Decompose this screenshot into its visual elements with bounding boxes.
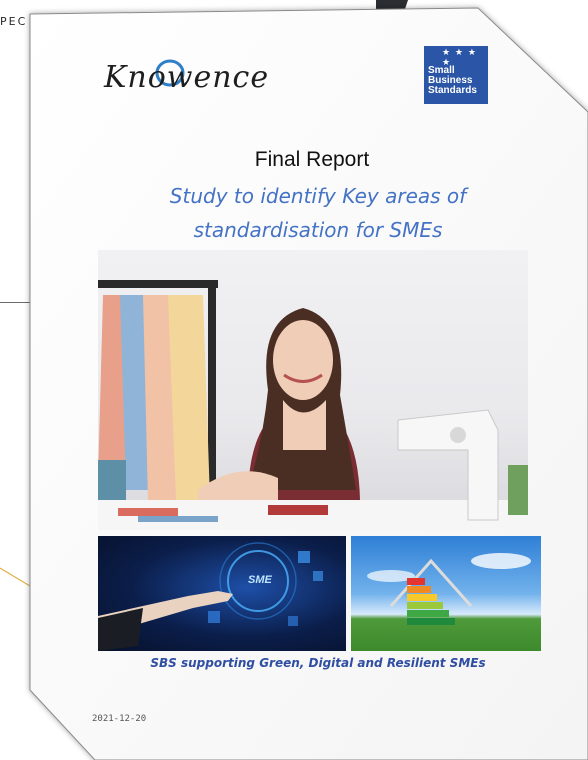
sme-hologram-label: SME <box>248 574 272 586</box>
digital-sme-illustration <box>98 542 323 651</box>
report-subtitle-line1: Study to identify Key areas of <box>169 184 467 208</box>
sbs-logo-line3: Standards <box>428 85 477 96</box>
report-date: 2021-12-20 <box>92 714 147 724</box>
main-cover-illustration <box>98 280 528 530</box>
digital-sme-photo: SME <box>98 536 346 651</box>
green-energy-illustration <box>367 553 531 625</box>
report-subtitle-line2: standardisation for SMEs <box>193 218 443 242</box>
viewer-stage: PEC Knowence ★ ★ ★ ★ Small Business Stan… <box>0 0 588 760</box>
green-energy-photo <box>351 536 541 651</box>
sbs-logo-text: Small Business Standards <box>428 66 477 96</box>
knowence-logo: Knowence <box>100 50 280 100</box>
cover-caption: SBS supporting Green, Digital and Resili… <box>150 656 486 670</box>
report-title: Final Report <box>254 148 370 171</box>
sbs-logo: ★ ★ ★ ★ Small Business Standards <box>424 46 488 104</box>
main-cover-photo <box>98 250 528 530</box>
knowence-logo-text: Knowence <box>104 60 270 95</box>
